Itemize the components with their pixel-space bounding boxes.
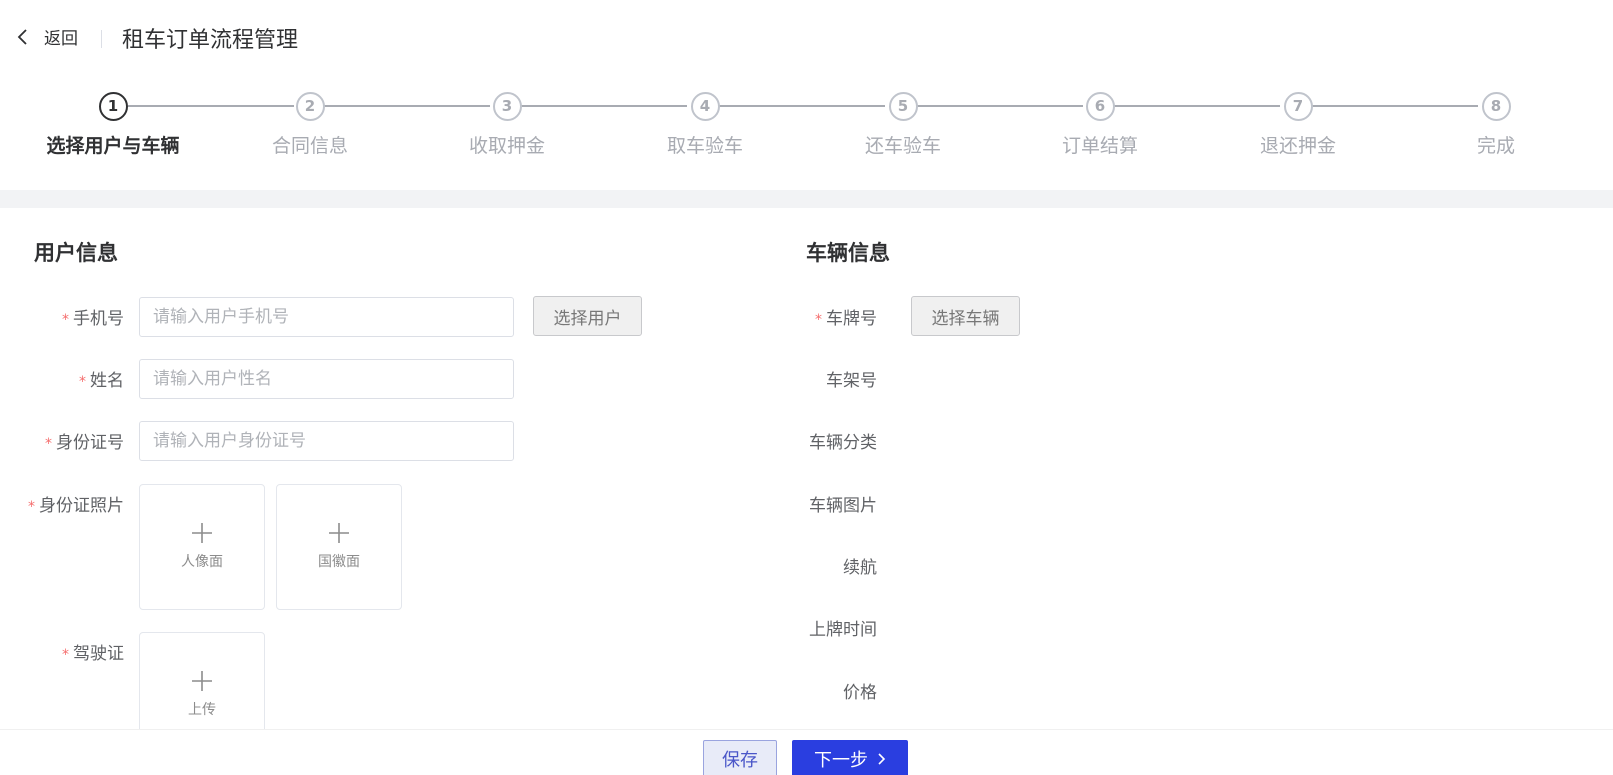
step-title: 完成 (1476, 135, 1515, 157)
required-mark: * (79, 374, 86, 390)
plus-icon (192, 523, 212, 543)
required-mark: * (815, 312, 822, 328)
required-mark: * (62, 647, 69, 663)
category-label: 车辆分类 (809, 433, 877, 453)
step-number: 7 (1283, 92, 1313, 121)
step-number: 1 (98, 92, 128, 121)
action-footer: 保存 下一步 (0, 729, 1613, 775)
required-mark: * (62, 312, 69, 328)
step-8: 8 完成 (1396, 92, 1596, 158)
step-number: 4 (690, 92, 720, 121)
chevron-left-icon (17, 28, 27, 45)
process-steps: 1 选择用户与车辆 2 合同信息 3 收取押金 4 取车验车 5 还车验车 6 … (0, 92, 1613, 162)
step-number: 2 (295, 92, 325, 121)
save-button[interactable]: 保存 (703, 740, 777, 775)
step-number: 8 (1481, 92, 1511, 121)
step-7: 7 退还押金 (1198, 92, 1398, 158)
vehicle-image-label: 车辆图片 (809, 496, 877, 516)
id-number-label: * 身份证号 (45, 433, 124, 453)
next-step-label: 下一步 (814, 750, 868, 771)
chevron-right-icon (878, 753, 886, 765)
step-title: 取车验车 (666, 135, 743, 157)
step-title: 还车验车 (864, 135, 941, 157)
step-number: 3 (492, 92, 522, 121)
upload-id-front[interactable]: 人像面 (139, 484, 265, 610)
header-divider (101, 30, 102, 48)
step-title: 收取押金 (468, 135, 545, 157)
plus-icon (329, 523, 349, 543)
required-mark: * (28, 499, 35, 515)
vin-label: 车架号 (826, 371, 877, 391)
user-section-title: 用户信息 (34, 241, 118, 265)
name-label: * 姓名 (79, 371, 124, 391)
step-4: 4 取车验车 (605, 92, 805, 158)
select-user-button[interactable]: 选择用户 (533, 296, 642, 336)
vehicle-section-title: 车辆信息 (806, 241, 890, 265)
step-title: 订单结算 (1061, 135, 1138, 157)
upload-id-back[interactable]: 国徽面 (276, 484, 402, 610)
select-vehicle-button[interactable]: 选择车辆 (911, 296, 1020, 336)
required-mark: * (45, 436, 52, 452)
step-title: 退还押金 (1259, 135, 1336, 157)
next-step-button[interactable]: 下一步 (792, 740, 908, 775)
upload-label: 国徽面 (318, 554, 360, 570)
phone-input[interactable] (139, 297, 514, 337)
upload-label: 人像面 (181, 554, 223, 570)
step-6: 6 订单结算 (1000, 92, 1200, 158)
id-number-input[interactable] (139, 421, 514, 461)
upload-label: 上传 (188, 702, 216, 718)
registration-time-label: 上牌时间 (809, 620, 877, 640)
id-photo-label: * 身份证照片 (28, 496, 124, 516)
step-1: 1 选择用户与车辆 (13, 92, 213, 158)
step-3: 3 收取押金 (407, 92, 607, 158)
page-header: 返回 租车订单流程管理 (0, 0, 1613, 76)
step-title: 合同信息 (271, 135, 348, 157)
step-title: 选择用户与车辆 (46, 135, 180, 157)
section-divider-band (0, 190, 1613, 208)
plate-label: * 车牌号 (815, 309, 877, 329)
name-input[interactable] (139, 359, 514, 399)
step-number: 5 (888, 92, 918, 121)
step-5: 5 还车验车 (803, 92, 1003, 158)
price-label: 价格 (843, 683, 877, 703)
range-label: 续航 (843, 558, 877, 578)
step-2: 2 合同信息 (210, 92, 410, 158)
step-number: 6 (1085, 92, 1115, 121)
license-label: * 驾驶证 (62, 644, 124, 664)
plus-icon (192, 671, 212, 691)
phone-label: * 手机号 (62, 309, 124, 329)
back-button[interactable]: 返回 (16, 24, 78, 49)
page-title: 租车订单流程管理 (122, 28, 299, 53)
back-label: 返回 (44, 29, 78, 49)
